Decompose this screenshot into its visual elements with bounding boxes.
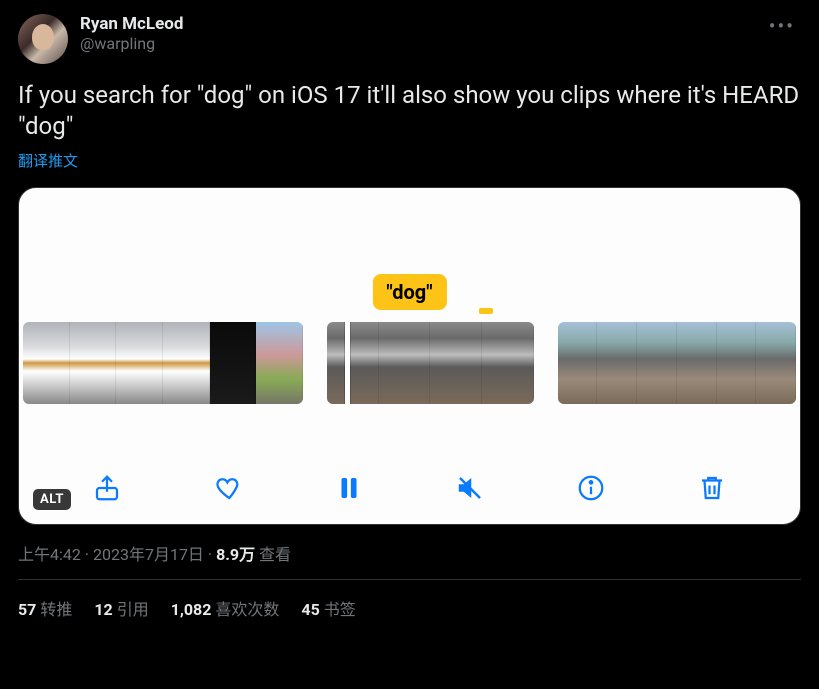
timeline-frame: [327, 322, 379, 404]
playhead-icon[interactable]: [345, 322, 350, 404]
timeline-frame: [677, 322, 717, 404]
tweet-header: Ryan McLeod @warpling •••: [18, 14, 801, 64]
bookmarks-stat[interactable]: 45书签: [301, 596, 355, 620]
mute-icon[interactable]: [454, 472, 486, 504]
timeline-frame: [116, 322, 163, 404]
scrub-marker: [479, 308, 493, 314]
timeline-frame: [717, 322, 757, 404]
avatar[interactable]: [18, 14, 68, 64]
tweet-meta: 上午4:42 · 2023年7月17日 · 8.9万 查看: [18, 541, 801, 565]
timeline-frame: [379, 322, 431, 404]
author-display-name: Ryan McLeod: [80, 14, 763, 34]
author-handle: @warpling: [80, 34, 763, 53]
media-attachment[interactable]: "dog": [18, 187, 801, 525]
translate-link[interactable]: 翻译推文: [18, 150, 801, 171]
timeline-frame: [256, 322, 303, 404]
tweet-container: Ryan McLeod @warpling ••• If you search …: [0, 0, 819, 620]
timeline-frame: [637, 322, 677, 404]
timeline-frame: [163, 322, 210, 404]
views-count: 8.9万: [216, 545, 255, 564]
timeline-frame: [597, 322, 637, 404]
tweet-time[interactable]: 上午4:42: [18, 545, 81, 564]
timeline-frame: [558, 322, 598, 404]
tweet-text: If you search for "dog" on iOS 17 it'll …: [18, 80, 801, 142]
heart-icon[interactable]: [212, 472, 244, 504]
timeline-frame: [210, 322, 257, 404]
quotes-stat[interactable]: 12引用: [94, 596, 148, 620]
video-timeline[interactable]: [19, 318, 800, 408]
clip-group-1[interactable]: [23, 322, 303, 404]
media-toolbar: [19, 472, 800, 504]
info-icon[interactable]: [575, 472, 607, 504]
timeline-frame: [756, 322, 796, 404]
search-token-label: "dog": [372, 274, 446, 310]
author-block[interactable]: Ryan McLeod @warpling: [80, 14, 763, 53]
share-icon[interactable]: [91, 472, 123, 504]
alt-badge[interactable]: ALT: [33, 489, 71, 510]
likes-stat[interactable]: 1,082喜欢次数: [171, 596, 280, 620]
timeline-frame: [70, 322, 117, 404]
retweets-stat[interactable]: 57转推: [18, 596, 72, 620]
timeline-frame: [430, 322, 482, 404]
views-label: 查看: [259, 545, 291, 564]
pause-icon[interactable]: [333, 472, 365, 504]
tweet-date[interactable]: 2023年7月17日: [93, 545, 204, 564]
tweet-stats: 57转推 12引用 1,082喜欢次数 45书签: [18, 580, 801, 620]
clip-group-3[interactable]: [558, 322, 796, 404]
more-options-button[interactable]: •••: [763, 14, 801, 38]
timeline-frame: [482, 322, 534, 404]
timeline-frame: [23, 322, 70, 404]
trash-icon[interactable]: [696, 472, 728, 504]
clip-group-2[interactable]: [327, 322, 534, 404]
